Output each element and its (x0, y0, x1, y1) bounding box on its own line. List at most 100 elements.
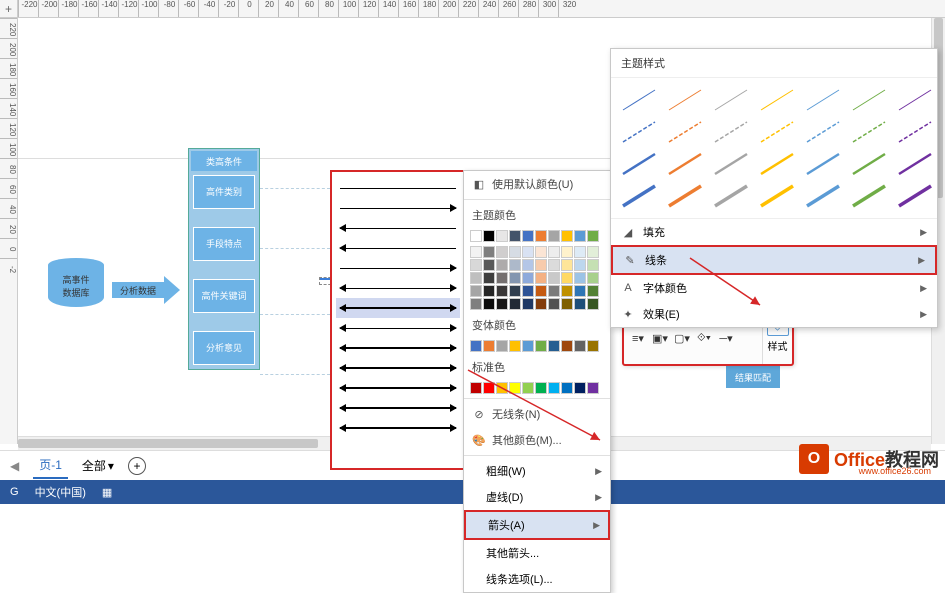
color-swatch[interactable] (496, 259, 508, 271)
color-swatch[interactable] (483, 285, 495, 297)
color-swatch[interactable] (483, 382, 495, 394)
arrow-shape[interactable]: 分析数据 (112, 276, 180, 304)
connector-3[interactable] (260, 314, 330, 315)
color-swatch[interactable] (470, 285, 482, 297)
color-swatch[interactable] (574, 340, 586, 352)
arrow-option-both4[interactable] (336, 358, 460, 378)
color-swatch[interactable] (561, 298, 573, 310)
theme-shade-swatches[interactable] (464, 244, 610, 312)
color-swatch[interactable] (561, 272, 573, 284)
theme-style-cell[interactable] (895, 182, 935, 210)
theme-style-cell[interactable] (895, 150, 935, 178)
other-arrows-item[interactable]: 其他箭头... (464, 540, 610, 566)
other-colors-item[interactable]: 🎨其他颜色(M)... (464, 427, 610, 453)
arrow-option-both6[interactable] (336, 398, 460, 418)
color-swatch[interactable] (470, 298, 482, 310)
ruler-corner[interactable]: + (0, 0, 18, 18)
fill-item[interactable]: ◢填充▶ (611, 219, 937, 245)
color-swatch[interactable] (574, 298, 586, 310)
color-swatch[interactable] (522, 272, 534, 284)
process-box-1[interactable]: 高件类别 (193, 175, 255, 209)
color-swatch[interactable] (535, 272, 547, 284)
theme-style-cell[interactable] (849, 118, 889, 146)
arrow-option-none[interactable] (336, 178, 460, 198)
process-box-4[interactable]: 分析意见 (193, 331, 255, 365)
color-swatch[interactable] (548, 340, 560, 352)
connector-1[interactable] (260, 188, 330, 189)
arrow-option-left[interactable] (336, 218, 460, 238)
color-swatch[interactable] (470, 246, 482, 258)
color-swatch[interactable] (548, 285, 560, 297)
arrow-option-both-thick[interactable] (336, 298, 460, 318)
color-swatch[interactable] (587, 340, 599, 352)
arrow-option-right[interactable] (336, 198, 460, 218)
macro-indicator[interactable]: ▦ (102, 486, 112, 499)
theme-style-cell[interactable] (619, 182, 659, 210)
process-box-2[interactable]: 手段特点 (193, 227, 255, 261)
line-options-item[interactable]: 线条选项(L)... (464, 566, 610, 592)
theme-style-cell[interactable] (757, 182, 797, 210)
theme-style-panel[interactable]: 主题样式 ◢填充▶ ✎线条▶ A字体颜色▶ ✦效果(E)▶ (610, 48, 938, 328)
color-swatch[interactable] (483, 230, 495, 242)
color-swatch[interactable] (548, 382, 560, 394)
color-swatch[interactable] (535, 285, 547, 297)
color-swatch[interactable] (548, 246, 560, 258)
color-swatch[interactable] (483, 259, 495, 271)
bring-front-button[interactable]: ▣▾ (650, 328, 670, 348)
color-swatch[interactable] (509, 272, 521, 284)
theme-style-cell[interactable] (757, 86, 797, 114)
theme-style-cell[interactable] (711, 118, 751, 146)
color-swatch[interactable] (509, 382, 521, 394)
color-swatch[interactable] (522, 340, 534, 352)
color-swatch[interactable] (561, 382, 573, 394)
color-swatch[interactable] (483, 298, 495, 310)
theme-style-cell[interactable] (803, 86, 843, 114)
color-swatch[interactable] (496, 382, 508, 394)
vertical-ruler[interactable]: 220200180160140120100806040200-2 (0, 18, 18, 444)
color-swatch[interactable] (470, 272, 482, 284)
standard-color-swatches[interactable] (464, 380, 610, 396)
color-swatch[interactable] (587, 285, 599, 297)
color-swatch[interactable] (496, 298, 508, 310)
color-swatch[interactable] (574, 230, 586, 242)
scrollbar-thumb[interactable] (18, 439, 318, 448)
color-swatch[interactable] (574, 246, 586, 258)
color-swatch[interactable] (561, 230, 573, 242)
color-swatch[interactable] (574, 382, 586, 394)
page-nav-prev[interactable]: ◀ (10, 459, 19, 473)
theme-style-grid[interactable] (611, 78, 937, 218)
color-swatch[interactable] (496, 272, 508, 284)
color-swatch[interactable] (574, 272, 586, 284)
send-back-button[interactable]: ▢▾ (672, 328, 692, 348)
color-swatch[interactable] (587, 246, 599, 258)
color-swatch[interactable] (548, 259, 560, 271)
theme-style-cell[interactable] (711, 150, 751, 178)
change-shape-button[interactable]: ⟐▾ (694, 328, 714, 348)
color-swatch[interactable] (522, 285, 534, 297)
theme-style-cell[interactable] (619, 150, 659, 178)
color-swatch[interactable] (509, 259, 521, 271)
add-page-button[interactable]: + (128, 457, 146, 475)
horizontal-ruler[interactable]: -220-200-180-160-140-120-100-80-60-40-20… (18, 0, 945, 18)
arrow-option-both7[interactable] (336, 418, 460, 438)
color-swatch[interactable] (548, 230, 560, 242)
color-swatch[interactable] (483, 246, 495, 258)
color-swatch[interactable] (496, 230, 508, 242)
color-swatch[interactable] (587, 230, 599, 242)
variant-color-swatches[interactable] (464, 338, 610, 354)
arrow-style-flyout[interactable] (330, 170, 466, 470)
color-swatch[interactable] (574, 259, 586, 271)
color-swatch[interactable] (522, 382, 534, 394)
color-swatch[interactable] (535, 246, 547, 258)
default-color-item[interactable]: ◧ 使用默认颜色(U) (464, 171, 610, 197)
color-swatch[interactable] (587, 259, 599, 271)
color-swatch[interactable] (561, 259, 573, 271)
color-swatch[interactable] (535, 298, 547, 310)
color-swatch[interactable] (535, 340, 547, 352)
arrow-option-both2[interactable] (336, 318, 460, 338)
arrow-option-both5[interactable] (336, 378, 460, 398)
theme-style-cell[interactable] (665, 182, 705, 210)
font-color-item[interactable]: A字体颜色▶ (611, 275, 937, 301)
color-swatch[interactable] (561, 246, 573, 258)
color-swatch[interactable] (509, 340, 521, 352)
